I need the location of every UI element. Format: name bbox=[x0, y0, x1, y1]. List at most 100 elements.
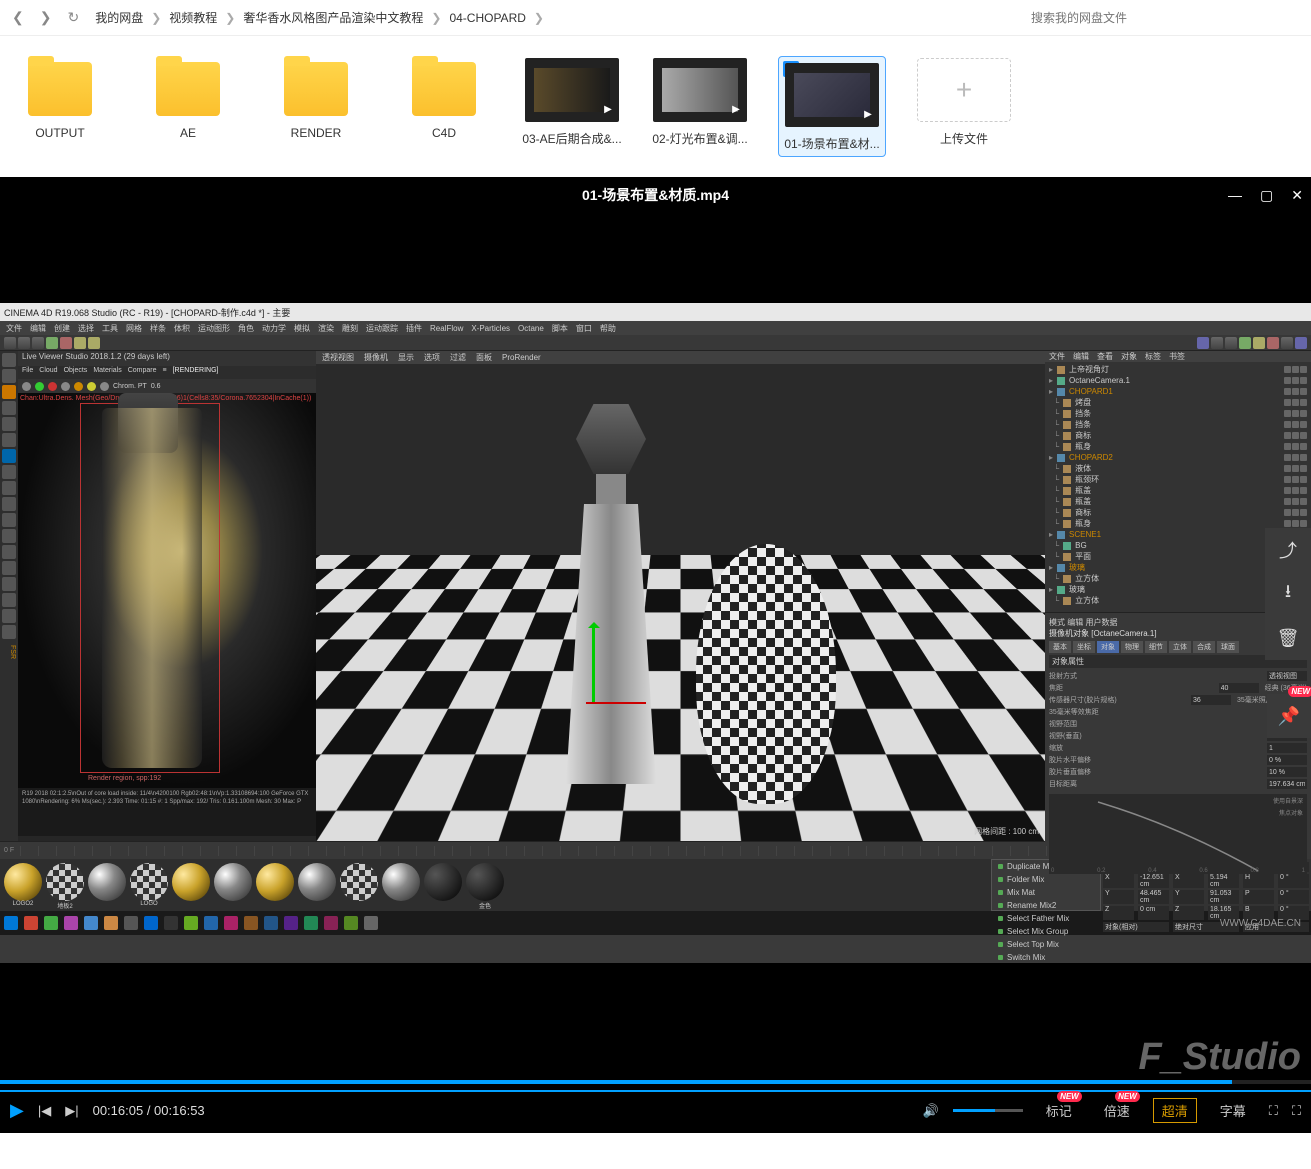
menu-item[interactable]: 运动跟踪 bbox=[366, 323, 398, 334]
task-icon[interactable] bbox=[204, 916, 218, 930]
obj-row[interactable]: └液体 bbox=[1047, 463, 1309, 474]
tool-icon[interactable] bbox=[2, 593, 16, 607]
tool-icon[interactable] bbox=[1239, 337, 1251, 349]
menu-item[interactable]: 角色 bbox=[238, 323, 254, 334]
obj-row[interactable]: ▸CHOPARD2 bbox=[1047, 452, 1309, 463]
material-item[interactable] bbox=[424, 863, 462, 901]
breadcrumb-item[interactable]: 我的网盘 bbox=[95, 9, 143, 26]
play-button[interactable]: ▶ bbox=[10, 1100, 24, 1121]
attr-tab[interactable]: 立体 bbox=[1169, 641, 1191, 653]
menu-item[interactable]: 文件 bbox=[6, 323, 22, 334]
lock-icon[interactable] bbox=[74, 382, 83, 391]
nav-fwd-icon[interactable]: ❯ bbox=[36, 7, 56, 28]
material-item[interactable] bbox=[340, 863, 378, 901]
tool-icon[interactable] bbox=[2, 625, 16, 639]
progress-bar[interactable] bbox=[0, 1080, 1311, 1084]
task-icon[interactable] bbox=[104, 916, 118, 930]
volume-icon[interactable]: 🔊 bbox=[923, 1103, 939, 1119]
tool-icon[interactable] bbox=[1211, 337, 1223, 349]
obj-row[interactable]: ▸OctaneCamera.1 bbox=[1047, 375, 1309, 386]
task-icon[interactable] bbox=[44, 916, 58, 930]
tool-icon[interactable] bbox=[2, 353, 16, 367]
menu-item[interactable]: 模拟 bbox=[294, 323, 310, 334]
attr-tab[interactable]: 坐标 bbox=[1073, 641, 1095, 653]
ctx-item[interactable]: Select Father Mix bbox=[992, 912, 1100, 925]
attr-tab[interactable]: 球面 bbox=[1217, 641, 1239, 653]
tool-icon[interactable] bbox=[2, 513, 16, 527]
tool-icon[interactable] bbox=[1253, 337, 1265, 349]
menu-item[interactable]: 脚本 bbox=[552, 323, 568, 334]
obj-row[interactable]: └瓶身 bbox=[1047, 441, 1309, 452]
video-item-selected[interactable]: ✓ ▶ 01-场景布置&材... bbox=[778, 56, 886, 157]
material-item[interactable] bbox=[382, 863, 420, 901]
vp-tab[interactable]: ProRender bbox=[502, 353, 541, 362]
video-item[interactable]: ▶ 03-AE后期合成&... bbox=[522, 56, 622, 147]
axis-gizmo[interactable] bbox=[586, 624, 595, 704]
om-tab[interactable]: 编辑 bbox=[1073, 351, 1089, 362]
menu-item[interactable]: 运动图形 bbox=[198, 323, 230, 334]
task-icon[interactable] bbox=[264, 916, 278, 930]
task-icon[interactable] bbox=[364, 916, 378, 930]
task-icon[interactable] bbox=[124, 916, 138, 930]
attr-tab[interactable]: 对象 bbox=[1097, 641, 1119, 653]
lv-icon[interactable] bbox=[22, 382, 31, 391]
obj-row[interactable]: └瓶盖 bbox=[1047, 485, 1309, 496]
render-preview[interactable]: Chan:Ultra.Dens. Mesh(Geo/Dns: 1 Vol: 0\… bbox=[18, 393, 316, 788]
task-icon[interactable] bbox=[304, 916, 318, 930]
upload-item[interactable]: + 上传文件 bbox=[914, 56, 1014, 147]
material-item[interactable] bbox=[214, 863, 252, 901]
tool-icon[interactable] bbox=[46, 337, 58, 349]
attr-tab[interactable]: 物理 bbox=[1121, 641, 1143, 653]
fullscreen-icon[interactable]: ⛶ bbox=[1292, 1103, 1301, 1119]
vp-tab[interactable]: 面板 bbox=[476, 352, 492, 363]
task-icon[interactable] bbox=[344, 916, 358, 930]
om-tab[interactable]: 查看 bbox=[1097, 351, 1113, 362]
tool-icon[interactable] bbox=[2, 385, 16, 399]
attr-input[interactable] bbox=[1219, 683, 1259, 693]
task-icon[interactable] bbox=[184, 916, 198, 930]
attr-input[interactable] bbox=[1267, 743, 1307, 753]
tool-icon[interactable] bbox=[2, 449, 16, 463]
folder-item[interactable]: RENDER bbox=[266, 56, 366, 140]
prev-button[interactable]: |◀ bbox=[38, 1103, 51, 1119]
delete-button[interactable]: 🗑 bbox=[1265, 616, 1311, 660]
next-button[interactable]: ▶| bbox=[65, 1103, 78, 1119]
task-icon[interactable] bbox=[64, 916, 78, 930]
tool-icon[interactable] bbox=[2, 577, 16, 591]
obj-row[interactable]: └挡条 bbox=[1047, 408, 1309, 419]
vp-tab[interactable]: 显示 bbox=[398, 352, 414, 363]
material-item[interactable] bbox=[88, 863, 126, 901]
volume-slider[interactable] bbox=[953, 1109, 1023, 1112]
menu-item[interactable]: Octane bbox=[518, 324, 544, 333]
attr-input[interactable] bbox=[1267, 755, 1307, 765]
ctx-item[interactable]: Rename Mix2 bbox=[992, 899, 1100, 912]
task-icon[interactable] bbox=[324, 916, 338, 930]
obj-row[interactable]: ▸上帝视角灯 bbox=[1047, 364, 1309, 375]
ctx-item[interactable]: Folder Mix bbox=[992, 873, 1100, 886]
lv-menu[interactable]: Materials bbox=[93, 367, 121, 378]
tool-icon[interactable] bbox=[60, 337, 72, 349]
breadcrumb-item[interactable]: 奢华香水风格图产品渲染中文教程 bbox=[243, 9, 423, 26]
tool-icon[interactable] bbox=[4, 337, 16, 349]
folder-item[interactable]: C4D bbox=[394, 56, 494, 140]
menu-item[interactable]: 选择 bbox=[78, 323, 94, 334]
pip-icon[interactable]: ⛶ bbox=[1269, 1103, 1278, 1119]
om-tab[interactable]: 书签 bbox=[1169, 351, 1185, 362]
tool-icon[interactable] bbox=[32, 337, 44, 349]
lv-menu[interactable]: File bbox=[22, 367, 33, 378]
tool-icon[interactable] bbox=[2, 545, 16, 559]
obj-row[interactable]: └瓶颈环 bbox=[1047, 474, 1309, 485]
material-item[interactable]: LOGO bbox=[130, 863, 168, 907]
menu-item[interactable]: 雕刻 bbox=[342, 323, 358, 334]
menu-item[interactable]: 样条 bbox=[150, 323, 166, 334]
ctx-item[interactable]: Switch Mix bbox=[992, 951, 1100, 963]
menu-item[interactable]: 插件 bbox=[406, 323, 422, 334]
attr-input[interactable] bbox=[1267, 767, 1307, 777]
menu-item[interactable]: 工具 bbox=[102, 323, 118, 334]
close-icon[interactable]: ✕ bbox=[1291, 187, 1303, 204]
lv-icon[interactable] bbox=[48, 382, 57, 391]
coord-mode[interactable]: 对象(相对) bbox=[1103, 922, 1169, 932]
tool-icon[interactable] bbox=[2, 481, 16, 495]
mark-button[interactable]: 标记 NEW bbox=[1037, 1098, 1081, 1123]
tool-icon[interactable] bbox=[2, 529, 16, 543]
